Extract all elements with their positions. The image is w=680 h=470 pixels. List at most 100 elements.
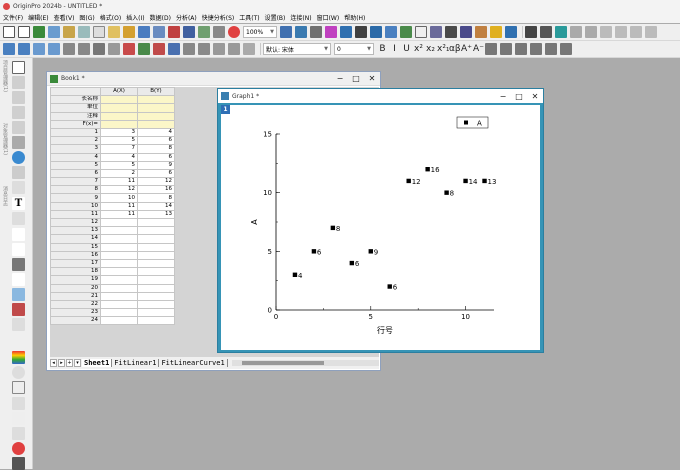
digitizer-icon[interactable] bbox=[475, 26, 487, 38]
data-reader-icon[interactable] bbox=[12, 136, 25, 149]
lock-icon[interactable] bbox=[12, 457, 25, 470]
menu-item[interactable]: 图(G) bbox=[79, 13, 94, 22]
zoom-select[interactable]: 100% ▼ bbox=[243, 26, 277, 38]
data-selector-icon[interactable] bbox=[12, 151, 25, 164]
zoom-out-icon[interactable] bbox=[12, 91, 25, 104]
rescale-icon[interactable] bbox=[183, 43, 195, 55]
maximize-button[interactable]: □ bbox=[511, 92, 527, 101]
data-point[interactable] bbox=[349, 260, 355, 266]
data-point[interactable] bbox=[311, 249, 317, 254]
fill-icon[interactable] bbox=[560, 43, 572, 55]
tab-fitlinearcurve1[interactable]: FitLinearCurve1 bbox=[159, 359, 228, 367]
data-point[interactable] bbox=[425, 167, 430, 172]
meta-cell[interactable] bbox=[100, 103, 138, 113]
new-graph-icon[interactable] bbox=[63, 26, 75, 38]
cell-b[interactable] bbox=[137, 267, 175, 277]
code-builder-icon[interactable] bbox=[310, 26, 322, 38]
cell-a[interactable]: 4 bbox=[100, 152, 138, 162]
cell-b[interactable] bbox=[137, 226, 175, 236]
results-log-icon[interactable] bbox=[325, 26, 337, 38]
arrange-icon[interactable] bbox=[198, 43, 210, 55]
cell-b[interactable]: 13 bbox=[137, 209, 175, 220]
pointer-icon[interactable] bbox=[12, 61, 25, 74]
import-icon[interactable] bbox=[168, 26, 180, 38]
close-button[interactable]: ✕ bbox=[527, 92, 543, 101]
tab-sheet1[interactable]: Sheet1 bbox=[82, 359, 113, 367]
command-window-icon[interactable] bbox=[340, 26, 352, 38]
cell-b[interactable]: 8 bbox=[137, 193, 175, 203]
menu-item[interactable]: 工具(T) bbox=[239, 13, 259, 22]
add-column-icon[interactable] bbox=[505, 26, 517, 38]
meta-cell[interactable] bbox=[137, 95, 175, 105]
cell-a[interactable] bbox=[100, 250, 138, 260]
legend-box[interactable] bbox=[456, 116, 489, 129]
duplicate-icon[interactable] bbox=[280, 26, 292, 38]
save-template-icon[interactable] bbox=[153, 26, 165, 38]
row-number[interactable]: 9 bbox=[50, 193, 101, 203]
column-stats-icon[interactable] bbox=[570, 26, 582, 38]
format-button[interactable]: I bbox=[389, 44, 400, 54]
merge-icon[interactable] bbox=[153, 43, 165, 55]
list-icon[interactable] bbox=[460, 26, 472, 38]
border-icon[interactable] bbox=[545, 43, 557, 55]
prev-sheet-icon[interactable]: ▸ bbox=[58, 359, 65, 367]
cell-b[interactable]: 6 bbox=[137, 152, 175, 162]
row-number[interactable]: 19 bbox=[50, 275, 101, 285]
extract-icon[interactable] bbox=[168, 43, 180, 55]
data-point[interactable] bbox=[387, 284, 392, 289]
row-number[interactable]: 16 bbox=[50, 250, 101, 260]
scale-bar-icon[interactable] bbox=[12, 412, 25, 425]
cell-a[interactable]: 5 bbox=[100, 136, 138, 146]
refresh-icon[interactable] bbox=[295, 26, 307, 38]
cell-b[interactable] bbox=[137, 316, 175, 326]
cell-a[interactable] bbox=[100, 291, 138, 301]
open-template-icon[interactable] bbox=[123, 26, 135, 38]
funnel-icon[interactable] bbox=[630, 26, 642, 38]
row-number[interactable]: 13 bbox=[50, 226, 101, 236]
graph-icon[interactable] bbox=[123, 43, 135, 55]
shape-icon[interactable] bbox=[12, 258, 25, 271]
data-point[interactable] bbox=[482, 178, 487, 184]
group-icon[interactable] bbox=[63, 43, 75, 55]
new-project-icon[interactable] bbox=[3, 26, 15, 38]
line-icon[interactable] bbox=[12, 243, 25, 256]
row-number[interactable]: 14 bbox=[50, 234, 101, 244]
row-number[interactable]: 17 bbox=[50, 258, 101, 269]
cell-a[interactable] bbox=[100, 275, 138, 285]
menu-item[interactable]: 格式(O) bbox=[100, 13, 121, 22]
hand-icon[interactable] bbox=[12, 273, 25, 286]
meta-cell[interactable] bbox=[137, 103, 175, 113]
row-stats-icon[interactable] bbox=[585, 26, 597, 38]
new-workbook-icon[interactable] bbox=[33, 26, 45, 38]
screen-reader-icon[interactable] bbox=[12, 121, 25, 134]
menu-item[interactable]: 分析(A) bbox=[176, 13, 197, 22]
meta-row-label[interactable]: F(x)= bbox=[50, 119, 101, 129]
sheet-list-icon[interactable]: ▾ bbox=[74, 359, 81, 367]
add-sheet-icon[interactable]: + bbox=[66, 359, 73, 367]
menu-item[interactable]: 连接(N) bbox=[290, 13, 311, 22]
move-right-icon[interactable] bbox=[18, 43, 30, 55]
print-icon[interactable] bbox=[213, 26, 225, 38]
corner-cell[interactable] bbox=[50, 87, 101, 97]
learning-center-icon[interactable] bbox=[490, 26, 502, 38]
menu-item[interactable]: 文件(F) bbox=[3, 13, 23, 22]
ungroup-icon[interactable] bbox=[78, 43, 90, 55]
cell-a[interactable] bbox=[100, 242, 138, 252]
cell-a[interactable] bbox=[100, 217, 138, 228]
row-number[interactable]: 1 bbox=[50, 127, 101, 138]
pattern-icon[interactable] bbox=[500, 43, 512, 55]
cell-b[interactable] bbox=[137, 299, 175, 310]
y-axis-title[interactable]: A bbox=[250, 219, 259, 225]
row-number[interactable]: 22 bbox=[50, 299, 101, 310]
column-header-a[interactable]: A(X) bbox=[100, 87, 138, 97]
row-number[interactable]: 8 bbox=[50, 185, 101, 195]
cell-a[interactable]: 2 bbox=[100, 168, 138, 179]
menu-item[interactable]: 快捷分析(S) bbox=[202, 13, 235, 22]
format-button[interactable]: αβ bbox=[449, 44, 461, 54]
project-explorer-tab[interactable]: 项目管理器(1) bbox=[0, 60, 9, 92]
cell-b[interactable] bbox=[137, 308, 175, 318]
row-number[interactable]: 3 bbox=[50, 144, 101, 154]
cell-a[interactable] bbox=[100, 308, 138, 318]
data-point[interactable] bbox=[463, 178, 468, 184]
new-function-icon[interactable] bbox=[78, 26, 90, 38]
